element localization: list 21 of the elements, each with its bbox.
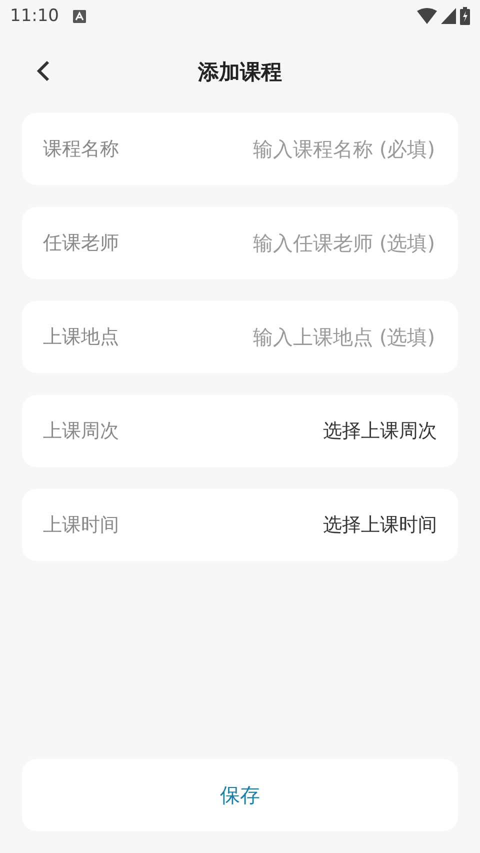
clock: 11:10 [10, 6, 59, 26]
signal-icon [441, 8, 456, 24]
input-field[interactable]: 任课老师 输入任课老师 (选填) [22, 207, 458, 279]
save-button[interactable]: 保存 [22, 759, 458, 831]
text-input[interactable]: 输入任课老师 (选填) [119, 230, 437, 256]
field-label: 课程名称 [43, 137, 119, 162]
input-field[interactable]: 上课地点 输入上课地点 (选填) [22, 301, 458, 373]
text-input[interactable]: 输入课程名称 (必填) [119, 136, 437, 162]
field-label: 任课老师 [43, 231, 119, 256]
field-label: 上课地点 [43, 325, 119, 350]
notification-icon [73, 10, 86, 22]
text-input[interactable]: 输入上课地点 (选填) [119, 324, 437, 350]
page-title: 添加课程 [198, 59, 282, 86]
field-label: 上课时间 [43, 513, 119, 538]
input-field[interactable]: 课程名称 输入课程名称 (必填) [22, 113, 458, 185]
back-icon [36, 60, 50, 82]
field-label: 上课周次 [43, 419, 119, 444]
wifi-icon [417, 8, 437, 24]
select-field[interactable]: 选择上课时间 [323, 512, 437, 538]
select-field[interactable]: 选择上课周次 [323, 418, 437, 444]
battery-icon [460, 7, 470, 25]
